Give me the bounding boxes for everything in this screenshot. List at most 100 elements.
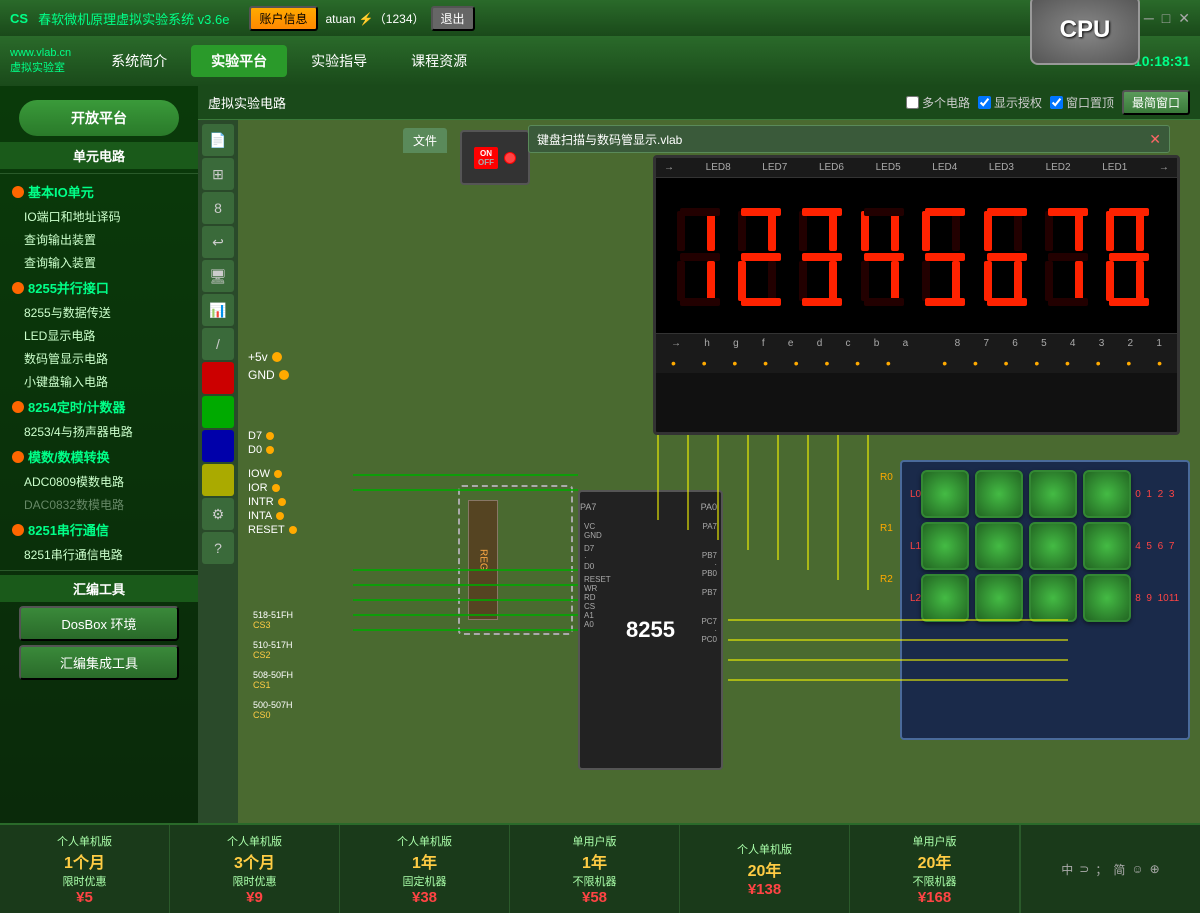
key-7[interactable]	[1083, 522, 1131, 570]
monitor-tool[interactable]: 🖥	[202, 260, 234, 292]
close-button[interactable]: ✕	[1178, 10, 1190, 27]
divider1	[0, 173, 198, 174]
register-block: REG	[468, 500, 498, 620]
key-6[interactable]	[1029, 522, 1077, 570]
color-blue[interactable]	[202, 430, 234, 462]
tab-platform[interactable]: 实验平台	[191, 45, 287, 77]
restore-button[interactable]: □	[1162, 10, 1170, 27]
multi-circuit-checkbox[interactable]	[906, 96, 919, 109]
seg-b: b	[874, 338, 880, 349]
digit-5	[917, 206, 977, 306]
sidebar-category-8255[interactable]: 8255并行接口	[0, 274, 198, 301]
assembler-button[interactable]: 汇编集成工具	[19, 645, 179, 680]
sidebar-item-led[interactable]: LED显示电路	[0, 324, 198, 347]
key-0[interactable]	[921, 470, 969, 518]
pin-1: 1	[1156, 338, 1162, 349]
digit-6	[979, 206, 1039, 306]
close-experiment-button[interactable]: ✕	[1149, 131, 1161, 148]
dot-adc	[12, 451, 24, 463]
sidebar-item-query-in[interactable]: 查询输入装置	[0, 251, 198, 274]
key-11[interactable]	[1083, 574, 1131, 622]
pen-tool[interactable]: /	[202, 328, 234, 360]
undo-tool[interactable]: ↩	[202, 226, 234, 258]
tab-intro[interactable]: 系统简介	[91, 45, 187, 77]
simplify-button[interactable]: 最简窗口	[1122, 90, 1190, 115]
ime-bar: 中 ⊃ ； 简 ☺ ⊕	[1020, 825, 1200, 913]
price-3month[interactable]: 个人单机版 3个月 限时优惠 ¥9	[170, 825, 340, 913]
color-yellow[interactable]	[202, 464, 234, 496]
open-platform-button[interactable]: 开放平台	[19, 100, 179, 136]
ime-symbol3[interactable]: ⊕	[1150, 862, 1160, 876]
minimize-button[interactable]: ─	[1144, 10, 1154, 27]
power-switch[interactable]: ON OFF	[474, 147, 498, 169]
pin-8: 8	[955, 338, 961, 349]
sidebar-item-query-out[interactable]: 查询输出装置	[0, 228, 198, 251]
price-duration-2: 3个月	[234, 849, 275, 873]
key-2[interactable]	[1029, 470, 1077, 518]
unit-circuit-title: 单元电路	[0, 142, 198, 169]
price-20year-multi[interactable]: 单用户版 20年 不限机器 ¥168	[850, 825, 1020, 913]
tab-resources[interactable]: 课程资源	[391, 45, 487, 77]
ime-simplified[interactable]: 简	[1113, 861, 1125, 878]
help-tool[interactable]: ?	[202, 532, 234, 564]
content-area: 虚拟实验电路 多个电路 显示授权 窗口置顶 最简窗口	[198, 86, 1200, 823]
price-type-2: 个人单机版	[227, 833, 282, 849]
account-button[interactable]: 账户信息	[249, 6, 317, 31]
key-8[interactable]	[921, 574, 969, 622]
digit-1	[672, 206, 732, 306]
ime-emoji[interactable]: ☺	[1131, 862, 1143, 876]
settings-tool[interactable]: ⚙	[202, 498, 234, 530]
sidebar-category-8251[interactable]: 8251串行通信	[0, 516, 198, 543]
color-green[interactable]	[202, 396, 234, 428]
multi-circuit-check[interactable]: 多个电路	[906, 94, 970, 111]
sidebar-item-io-decode[interactable]: IO端口和地址译码	[0, 205, 198, 228]
nav-tabs: 系统简介 实验平台 实验指导 课程资源	[91, 45, 487, 77]
sidebar-item-8255-transfer[interactable]: 8255与数据传送	[0, 301, 198, 324]
dosbox-button[interactable]: DosBox 环境	[19, 606, 179, 641]
sidebar-item-7seg[interactable]: 数码管显示电路	[0, 347, 198, 370]
cs-labels: 518-51FHCS3 510-517HCS2 508-50FHCS1 500-…	[253, 610, 373, 730]
file-tool[interactable]: 📄	[202, 124, 234, 156]
price-20year-single[interactable]: 个人单机版 20年 ¥138	[680, 825, 850, 913]
sidebar-category-adc[interactable]: 模数/数模转换	[0, 443, 198, 470]
show-auth-checkbox[interactable]	[978, 96, 991, 109]
key-9[interactable]	[975, 574, 1023, 622]
show-auth-check[interactable]: 显示授权	[978, 94, 1042, 111]
window-top-check[interactable]: 窗口置顶	[1050, 94, 1114, 111]
file-button[interactable]: 文件	[403, 128, 447, 153]
sidebar-category-io[interactable]: 基本IO单元	[0, 178, 198, 205]
price-1year-multi[interactable]: 单用户版 1年 不限机器 ¥58	[510, 825, 680, 913]
price-value-1: ¥5	[76, 889, 93, 906]
chart-tool[interactable]: 📊	[202, 294, 234, 326]
tab-guide[interactable]: 实验指导	[291, 45, 387, 77]
sidebar-item-8251-serial[interactable]: 8251串行通信电路	[0, 543, 198, 566]
experiment-name: 键盘扫描与数码管显示.vlab	[537, 131, 682, 148]
seg-f: f	[762, 338, 765, 349]
price-1year-fixed[interactable]: 个人单机版 1年 固定机器 ¥38	[340, 825, 510, 913]
led8-label: LED8	[706, 162, 731, 173]
col-label-0: 0	[1135, 489, 1146, 500]
row-label-L0: L0	[910, 489, 921, 500]
key-1[interactable]	[975, 470, 1023, 518]
col-label-10: 10	[1158, 593, 1169, 604]
key-4[interactable]	[921, 522, 969, 570]
sidebar-item-adc0809[interactable]: ADC0809模数电路	[0, 470, 198, 493]
key-10[interactable]	[1029, 574, 1077, 622]
color-red[interactable]	[202, 362, 234, 394]
key-5[interactable]	[975, 522, 1023, 570]
ime-symbol1[interactable]: ⊃	[1079, 862, 1089, 876]
grid-tool[interactable]: ⊞	[202, 158, 234, 190]
sidebar-item-dac0832[interactable]: DAC0832数模电路	[0, 493, 198, 516]
price-type-5: 个人单机版	[737, 841, 792, 857]
logout-button[interactable]: 退出	[431, 6, 475, 31]
sidebar-item-keypad[interactable]: 小键盘输入电路	[0, 370, 198, 393]
ime-symbol2[interactable]: ；	[1095, 861, 1107, 878]
key-3[interactable]	[1083, 470, 1131, 518]
ime-chinese[interactable]: 中	[1061, 861, 1073, 878]
circuit-panel: 📄 ⊞ 8 ↩ 🖥 📊 / ⚙ ? 文件	[198, 120, 1200, 823]
digit-tool[interactable]: 8	[202, 192, 234, 224]
sidebar-category-8254[interactable]: 8254定时/计数器	[0, 393, 198, 420]
window-top-checkbox[interactable]	[1050, 96, 1063, 109]
price-1month[interactable]: 个人单机版 1个月 限时优惠 ¥5	[0, 825, 170, 913]
sidebar-item-8253[interactable]: 8253/4与扬声器电路	[0, 420, 198, 443]
